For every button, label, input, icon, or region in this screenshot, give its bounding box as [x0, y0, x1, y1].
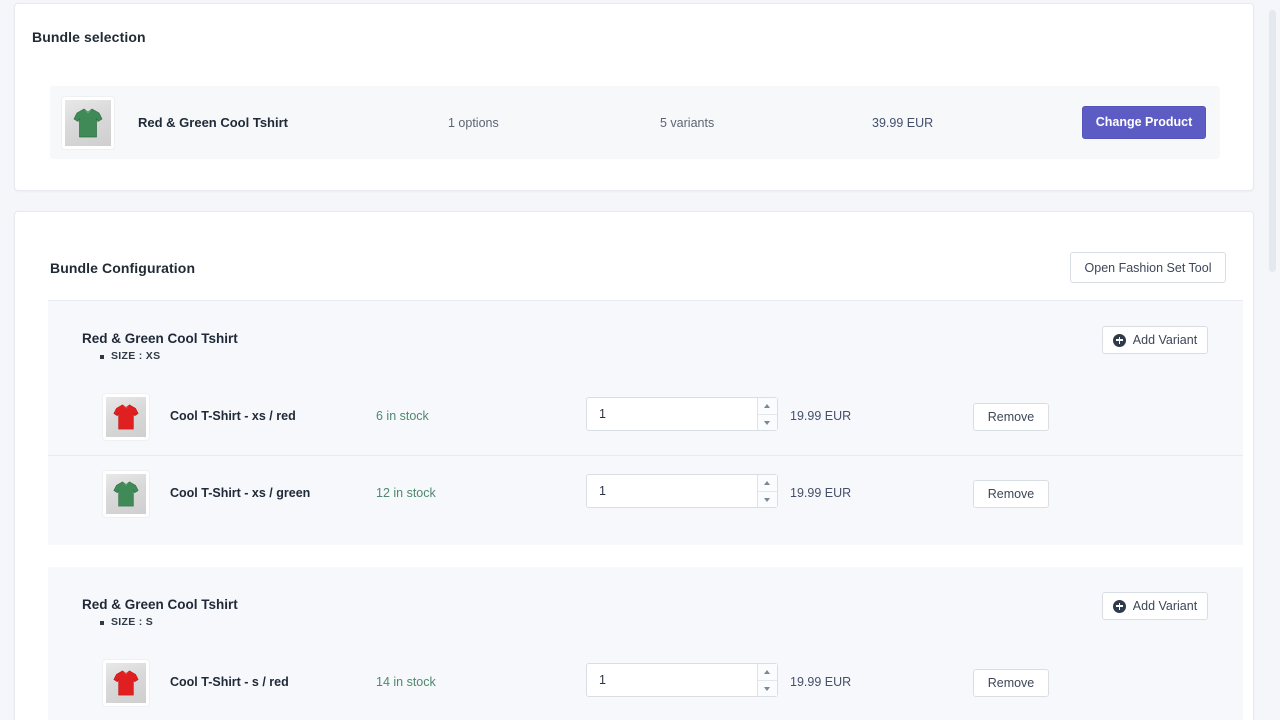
- quantity-input[interactable]: [587, 475, 757, 507]
- quantity-spinner[interactable]: [757, 398, 777, 430]
- remove-variant-button[interactable]: Remove: [973, 669, 1049, 697]
- variant-row: Cool T-Shirt - s / red 14 in stock 19.99…: [48, 645, 1243, 720]
- add-variant-button[interactable]: Add Variant: [1102, 326, 1208, 354]
- bundle-configuration-body: Red & Green Cool Tshirt SIZE : XS Add Va…: [48, 300, 1243, 720]
- add-variant-label: Add Variant: [1133, 333, 1197, 347]
- add-variant-button[interactable]: Add Variant: [1102, 592, 1208, 620]
- variant-group-title: Red & Green Cool Tshirt: [82, 597, 238, 612]
- variant-name: Cool T-Shirt - xs / red: [170, 409, 296, 423]
- bundle-selection-title: Bundle selection: [32, 29, 146, 45]
- variant-group: Red & Green Cool Tshirt SIZE : XS Add Va…: [48, 301, 1243, 545]
- variant-stock: 12 in stock: [376, 486, 436, 500]
- add-variant-label: Add Variant: [1133, 599, 1197, 613]
- variant-name: Cool T-Shirt - xs / green: [170, 486, 310, 500]
- variant-group: Red & Green Cool Tshirt SIZE : S Add Var…: [48, 567, 1243, 720]
- bundle-product-options: 1 options: [448, 116, 499, 130]
- bundle-selection-row: Red & Green Cool Tshirt 1 options 5 vari…: [50, 86, 1220, 159]
- bundle-product-name: Red & Green Cool Tshirt: [138, 115, 288, 130]
- quantity-decrement-button[interactable]: [758, 491, 777, 507]
- variant-group-title: Red & Green Cool Tshirt: [82, 331, 238, 346]
- quantity-increment-button[interactable]: [758, 475, 777, 491]
- variant-price: 19.99 EUR: [790, 409, 851, 423]
- quantity-spinner[interactable]: [757, 664, 777, 696]
- page-root: Bundle selection Red & Green Cool Tshirt…: [0, 0, 1280, 720]
- bundle-product-variants: 5 variants: [660, 116, 714, 130]
- variant-group-header: Red & Green Cool Tshirt SIZE : S Add Var…: [48, 567, 1243, 645]
- tshirt-green-thumbnail: [103, 471, 149, 517]
- variant-group-header: Red & Green Cool Tshirt SIZE : XS Add Va…: [48, 301, 1243, 379]
- quantity-decrement-button[interactable]: [758, 680, 777, 696]
- variant-row: Cool T-Shirt - xs / green 12 in stock 19…: [48, 455, 1243, 531]
- variant-name: Cool T-Shirt - s / red: [170, 675, 289, 689]
- bundle-selection-card: Bundle selection Red & Green Cool Tshirt…: [14, 3, 1254, 191]
- remove-variant-button[interactable]: Remove: [973, 403, 1049, 431]
- bundle-configuration-card: Bundle Configuration Open Fashion Set To…: [14, 211, 1254, 720]
- variant-stock: 6 in stock: [376, 409, 429, 423]
- variant-group-attributes: SIZE : S: [100, 616, 153, 628]
- variant-group-attribute: SIZE : XS: [100, 350, 160, 362]
- tshirt-green-thumbnail: [62, 97, 114, 149]
- quantity-decrement-button[interactable]: [758, 414, 777, 430]
- variant-row: Cool T-Shirt - xs / red 6 in stock 19.99…: [48, 379, 1243, 455]
- page-scrollbar-thumb[interactable]: [1269, 10, 1276, 272]
- variant-price: 19.99 EUR: [790, 675, 851, 689]
- bundle-product-price: 39.99 EUR: [872, 116, 933, 130]
- quantity-stepper[interactable]: [586, 474, 778, 508]
- quantity-increment-button[interactable]: [758, 664, 777, 680]
- variant-stock: 14 in stock: [376, 675, 436, 689]
- bundle-configuration-header: Bundle Configuration Open Fashion Set To…: [15, 212, 1253, 300]
- quantity-input[interactable]: [587, 664, 757, 696]
- quantity-input[interactable]: [587, 398, 757, 430]
- group-spacer: [48, 545, 1243, 567]
- quantity-stepper[interactable]: [586, 397, 778, 431]
- bundle-configuration-title: Bundle Configuration: [50, 260, 195, 276]
- page-scrollbar[interactable]: [1268, 0, 1277, 720]
- change-product-button[interactable]: Change Product: [1082, 106, 1206, 139]
- plus-circle-icon: [1113, 600, 1126, 613]
- variant-group-attribute: SIZE : S: [100, 616, 153, 628]
- open-fashion-set-tool-button[interactable]: Open Fashion Set Tool: [1070, 252, 1226, 283]
- tshirt-red-thumbnail: [103, 660, 149, 706]
- quantity-spinner[interactable]: [757, 475, 777, 507]
- remove-variant-button[interactable]: Remove: [973, 480, 1049, 508]
- variant-price: 19.99 EUR: [790, 486, 851, 500]
- group-bottom-padding: [48, 531, 1243, 545]
- quantity-stepper[interactable]: [586, 663, 778, 697]
- variant-group-attributes: SIZE : XS: [100, 350, 160, 362]
- tshirt-red-thumbnail: [103, 394, 149, 440]
- quantity-increment-button[interactable]: [758, 398, 777, 414]
- plus-circle-icon: [1113, 334, 1126, 347]
